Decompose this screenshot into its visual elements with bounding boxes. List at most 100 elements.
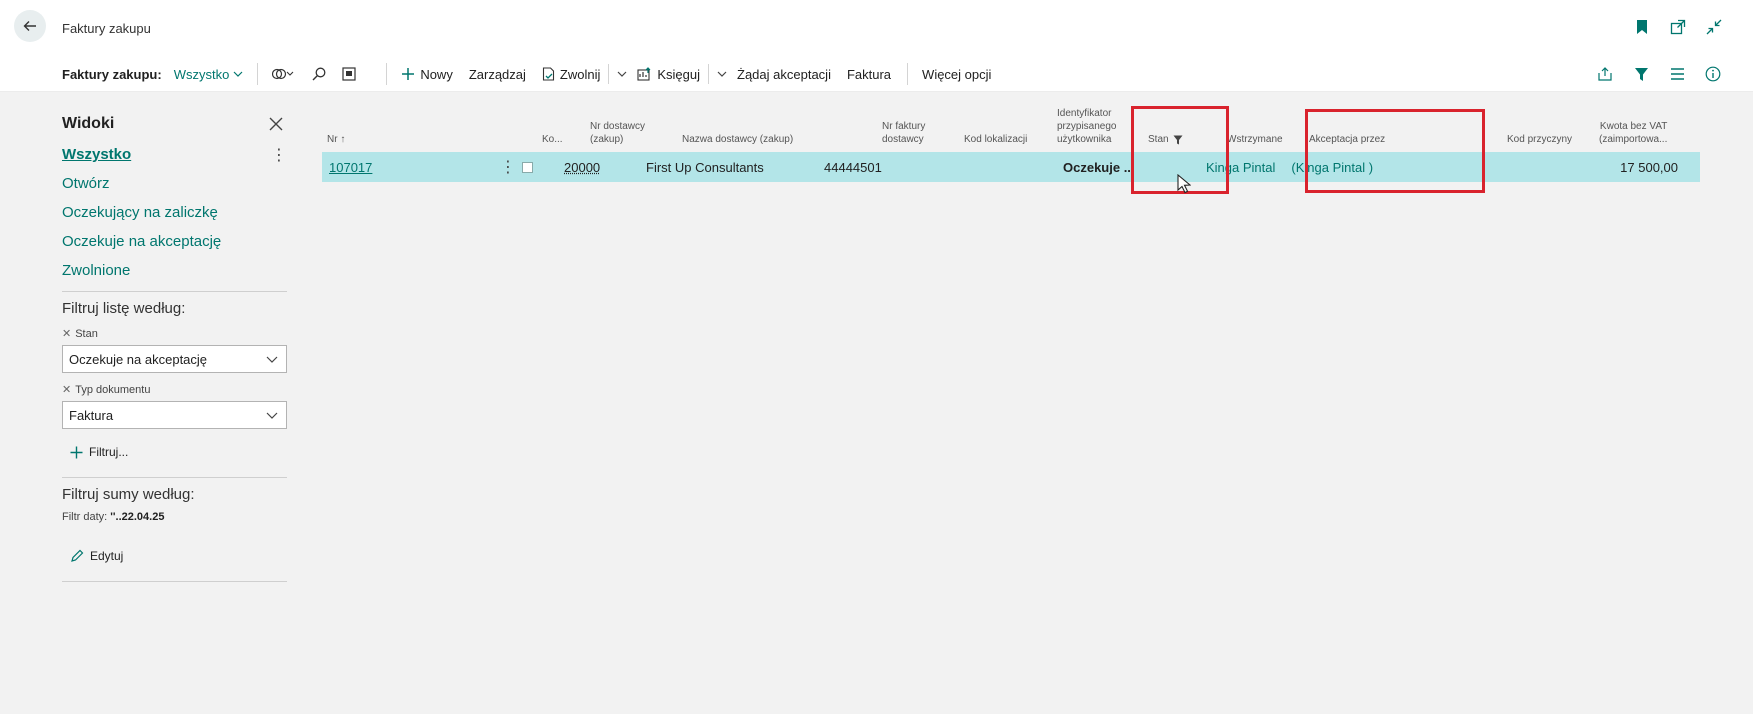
vendor-number-cell[interactable]: 20000: [564, 152, 600, 182]
factbox-toggle-button[interactable]: [342, 67, 356, 81]
arrow-left-icon: [23, 21, 36, 31]
divider: [257, 63, 259, 85]
column-header-user-id-line2: przypisanego: [1057, 121, 1117, 132]
new-button[interactable]: Nowy: [401, 67, 453, 82]
chevron-down-icon: [717, 71, 727, 77]
date-filter[interactable]: Filtr daty: ''..22.04.25: [62, 511, 287, 523]
filter-label-status: ✕ Stan: [62, 327, 287, 341]
pencil-icon: [71, 549, 84, 562]
view-item-open[interactable]: Otwórz: [62, 169, 287, 198]
column-header-amount[interactable]: Kwota bez VAT (zaimportowa...: [1599, 120, 1667, 146]
chevron-down-icon: [233, 71, 243, 77]
info-icon[interactable]: [1703, 64, 1723, 84]
row-actions-icon[interactable]: ⋮: [500, 152, 516, 182]
plus-icon: [402, 68, 415, 80]
column-header-vendor-invoice-line1: Nr faktury: [882, 121, 926, 132]
column-header-vendor-invoice[interactable]: Nr faktury dostawcy: [882, 120, 925, 146]
column-header-vendor-no[interactable]: Nr dostawcy (zakup): [590, 120, 645, 146]
remove-filter-icon[interactable]: ✕: [62, 327, 71, 340]
filter-totals-title: Filtruj sumy według:: [62, 486, 195, 503]
column-header-vendor-name[interactable]: Nazwa dostawcy (zakup): [682, 133, 793, 146]
list-layout-icon[interactable]: [1667, 64, 1687, 84]
table-header: Nr ↑ Ko... Nr dostawcy (zakup) Nazwa dos…: [322, 108, 1700, 152]
bookmark-icon[interactable]: [1633, 18, 1651, 36]
release-button[interactable]: Zwolnij: [542, 67, 600, 82]
release-button-label: Zwolnij: [559, 66, 601, 82]
invoice-button-label: Faktura: [846, 66, 892, 82]
new-button-label: Nowy: [420, 66, 453, 82]
invoice-button[interactable]: Faktura: [847, 67, 891, 82]
column-header-vendor-no-line1: Nr dostawcy: [590, 121, 646, 132]
filter-label-document-type-text: Typ dokumentu: [75, 383, 151, 396]
manage-button-label: Zarządzaj: [468, 66, 526, 82]
manage-button[interactable]: Zarządzaj: [469, 67, 526, 82]
vendor-invoice-cell: 44444501: [824, 159, 882, 175]
edit-label: Edytuj: [90, 549, 124, 563]
page-title: Faktury zakupu: [62, 21, 151, 36]
document-type-filter-select[interactable]: Faktura: [62, 401, 287, 429]
more-options-label: Więcej opcji: [922, 66, 992, 82]
view-item-released[interactable]: Zwolnione: [62, 256, 287, 285]
post-menu-chevron[interactable]: [708, 64, 727, 84]
column-header-amount-line2: (zaimportowa...: [1599, 134, 1668, 145]
post-button[interactable]: Księguj: [637, 67, 700, 82]
approver-highlight-box: [1305, 109, 1485, 193]
search-button[interactable]: [312, 67, 326, 81]
edit-totals-filter-button[interactable]: Edytuj: [70, 549, 287, 563]
post-button-label: Księguj: [657, 66, 701, 82]
remove-filter-icon[interactable]: ✕: [62, 383, 71, 396]
action-bar: Faktury zakupu: Wszystko Nowy Zarządzaj …: [0, 56, 1753, 92]
add-filter-button[interactable]: Filtruj...: [70, 445, 287, 459]
invoice-list-grid: Nr ↑ Ko... Nr dostawcy (zakup) Nazwa dos…: [322, 108, 1700, 182]
column-header-ko[interactable]: Ko...: [542, 133, 563, 146]
chevron-down-icon: [617, 71, 627, 77]
column-header-user-id-line1: Identyfikator: [1057, 108, 1112, 119]
document-type-filter-value: Faktura: [69, 407, 114, 423]
share-icon[interactable]: [1595, 64, 1615, 84]
column-header-vendor-no-line2: (zakup): [590, 134, 624, 145]
add-filter-label: Filtruj...: [89, 445, 129, 459]
layout-icon: [342, 67, 356, 81]
status-filter-value: Oczekuje na akceptację: [69, 351, 208, 367]
more-icon[interactable]: ⋮: [271, 145, 287, 165]
column-header-location[interactable]: Kod lokalizacji: [964, 133, 1027, 146]
column-header-amount-line1: Kwota bez VAT: [1599, 121, 1668, 132]
divider: [62, 291, 287, 292]
status-filter-select[interactable]: Oczekuje na akceptację: [62, 345, 287, 373]
filter-icon[interactable]: [1631, 64, 1651, 84]
column-header-nr[interactable]: Nr ↑: [327, 133, 345, 146]
view-item-pending-prepayment[interactable]: Oczekujący na zaliczkę: [62, 198, 287, 227]
analysis-mode-button[interactable]: [272, 67, 296, 81]
view-item-all[interactable]: Wszystko: [62, 140, 131, 169]
view-selector[interactable]: Wszystko: [174, 67, 244, 82]
view-selector-label: Wszystko: [173, 66, 230, 82]
analysis-icon: [272, 68, 294, 80]
divider: [907, 63, 909, 85]
filter-label-document-type: ✕ Typ dokumentu: [62, 383, 287, 397]
request-approval-label: Żądaj akceptacji: [737, 66, 831, 82]
column-header-on-hold[interactable]: Wstrzymane: [1227, 133, 1283, 146]
column-header-reason-code[interactable]: Kod przyczyny: [1507, 133, 1572, 146]
chevron-down-icon: [266, 412, 278, 419]
divider: [386, 63, 388, 85]
close-filter-pane-button[interactable]: [265, 113, 287, 135]
row-select-checkbox[interactable]: [522, 152, 533, 182]
release-menu-chevron[interactable]: [608, 64, 627, 84]
table-row[interactable]: 107017 ⋮ 20000 First Up Consultants 4444…: [322, 152, 1700, 182]
views-title: Widoki: [62, 115, 115, 132]
date-filter-label: Filtr daty:: [62, 511, 108, 523]
column-header-user-id[interactable]: Identyfikator przypisanego użytkownika: [1057, 107, 1116, 146]
back-button[interactable]: [14, 10, 46, 42]
divider: [62, 581, 287, 582]
more-options-button[interactable]: Więcej opcji: [922, 67, 991, 82]
divider: [62, 477, 287, 478]
collapse-icon[interactable]: [1705, 18, 1723, 36]
open-new-window-icon[interactable]: [1669, 18, 1687, 36]
column-header-user-id-line3: użytkownika: [1057, 134, 1112, 145]
filter-pane: Widoki Wszystko ⋮ Otwórz Oczekujący na z…: [62, 108, 287, 590]
view-item-pending-approval[interactable]: Oczekuje na akceptację: [62, 227, 287, 256]
filter-list-title: Filtruj listę według:: [62, 300, 186, 317]
post-icon: [637, 67, 651, 81]
invoice-number-link[interactable]: 107017: [329, 152, 372, 182]
request-approval-button[interactable]: Żądaj akceptacji: [737, 67, 831, 82]
